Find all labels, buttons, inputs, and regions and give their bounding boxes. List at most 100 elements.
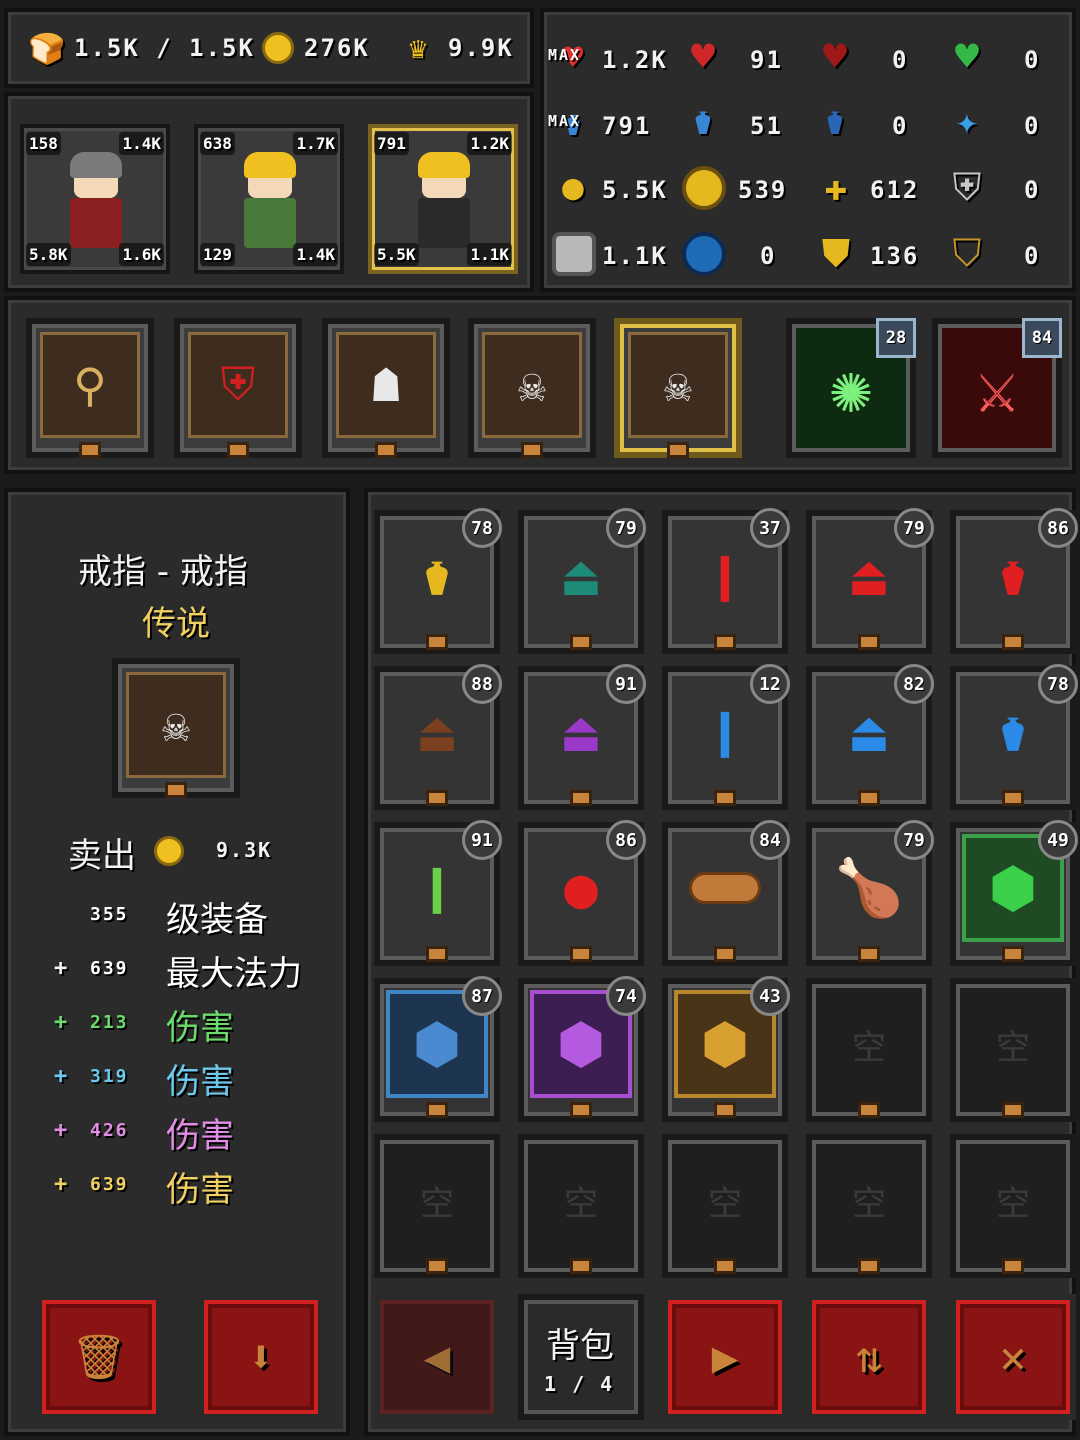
next-page-button[interactable]: ▶ [662,1294,788,1420]
inventory-slot[interactable]: ⚱ 78 [374,508,502,654]
inventory-slot[interactable]: ⚱ 78 [950,664,1078,810]
stat-value: 639 [90,958,129,979]
mp-star-value: 0 [1024,112,1041,140]
gold-blue-shield-icon: ⛊ [821,230,851,275]
yellow-potion-icon: ⚱ [420,543,454,609]
hero-archer[interactable]: 638 1.7K 129 1.4K [194,124,344,274]
gold-value: 276K [304,34,370,62]
item-count: 78 [1038,664,1078,704]
inventory-slot-empty[interactable]: 空 [374,1134,500,1278]
inventory-slot[interactable]: ⚱ 86 [950,508,1078,654]
skill-red-slot[interactable]: ⚔ 84 [932,318,1062,458]
inventory-slot[interactable]: ⬢ 49 [950,820,1078,966]
equip-slot-staff[interactable]: ⚲ [26,318,154,458]
prev-page-button[interactable]: ◀ [374,1294,500,1420]
blue-flask-icon: ⏏ [852,699,886,765]
bag-label: 背包 [546,1326,614,1366]
gold-badge-value: 0 [1024,242,1041,270]
inventory-slot-empty[interactable]: 空 [662,1134,788,1278]
chicken-leg-icon: 🍗 [834,856,904,921]
gold-shield-value: 136 [870,242,920,270]
sort-button[interactable]: ⇅ [806,1294,932,1420]
lock-icon [426,1102,448,1118]
hat-icon: ☗ [372,358,400,412]
inventory-slot[interactable]: ⬢ 87 [374,976,502,1122]
stat-value: 355 [90,904,129,925]
close-icon: ✕ [999,1331,1027,1383]
crown-icon: ♛ [408,30,428,66]
green-vial-icon: ❙ [420,855,454,921]
bread-icon [689,872,761,904]
inventory-slot-empty[interactable]: 空 [806,978,932,1122]
stat-value: 213 [90,1012,129,1033]
lock-icon [1002,634,1024,650]
apple-icon: ● [564,855,598,921]
inventory-slot[interactable]: ⬢ 43 [662,976,790,1122]
inventory-slot[interactable]: ❙ 12 [662,664,790,810]
equip-slot-shield[interactable]: ⛨ [174,318,302,458]
empty-label: 空 [564,1183,598,1224]
close-button[interactable]: ✕ [950,1294,1076,1420]
brown-flask-icon: ⏏ [420,699,454,765]
equip-slot-hat[interactable]: ☗ [322,318,450,458]
lock-icon [858,946,880,962]
lock-icon [667,442,689,458]
inventory-slot[interactable]: ❙ 37 [662,508,790,654]
hero-gold-badge: 5.8K [26,243,71,266]
inventory-slot[interactable]: ⏏ 79 [518,508,646,654]
max-label: MAX [548,112,582,130]
inventory-slot[interactable]: ⏏ 82 [806,664,934,810]
lock-icon [79,442,101,458]
mana-plus-icon: ⚱ [691,99,715,143]
red-flask-icon: ⏏ [852,543,886,609]
inventory-slot[interactable]: 🍗 79 [806,820,934,966]
empty-label: 空 [996,1183,1030,1224]
item-count: 82 [894,664,934,704]
unequip-button[interactable]: ⬇ [198,1294,324,1420]
item-count: 78 [462,508,502,548]
hero-attack-badge: 1.6K [119,243,164,266]
inventory-slot[interactable]: ● 86 [518,820,646,966]
discard-button[interactable]: 🗑 [36,1294,162,1420]
cleric-sprite [412,152,476,254]
item-stat-row: + 639 最大法力 [48,946,338,994]
gold-bag-icon: ● [562,166,584,208]
lock-icon [426,634,448,650]
page-indicator: 背包 1 / 4 [518,1294,644,1420]
sparkle-value: 612 [870,176,920,204]
hero-mp-badge: 638 [200,132,235,155]
gold-badge-icon: ⛉ [952,230,982,275]
inventory-slot-empty[interactable]: 空 [950,978,1076,1122]
stat-label: 伤害 [166,1170,234,1210]
skill-green-slot[interactable]: ✺ 28 [786,318,916,458]
equip-slot-necklace[interactable]: ☠ [468,318,596,458]
blue-round-potion-icon: ⚱ [996,699,1030,765]
item-count: 86 [1038,508,1078,548]
inventory-slot-empty[interactable]: 空 [806,1134,932,1278]
inventory-slot[interactable]: ⏏ 88 [374,664,502,810]
hero-gold-badge: 5.5K [374,243,419,266]
item-count: 88 [462,664,502,704]
gold-gem-icon: ⬢ [700,1011,750,1077]
inventory-slot-empty[interactable]: 空 [950,1134,1076,1278]
hero-gold-badge: 129 [200,243,235,266]
inventory-slot[interactable]: ⏏ 91 [518,664,646,810]
stats-panel: ♥ MAX 1.2K ♥ 91 ♥ 0 ♥ 0 ⚱ MAX 791 ⚱ 51 ⚱… [540,8,1076,292]
gold-bag-value: 5.5K [602,176,668,204]
food-value: 1.5K / 1.5K [74,34,255,62]
lock-icon [858,1258,880,1274]
hp-s-value: 0 [892,46,909,74]
hero-cleric[interactable]: 791 1.2K 5.5K 1.1K [368,124,518,274]
item-title: 戒指 - 戒指 [78,552,248,592]
inventory-slot[interactable]: ⏏ 79 [806,508,934,654]
arrow-right-icon: ▶ [711,1331,739,1383]
equip-slot-ring[interactable]: ☠ [614,318,742,458]
hero-warrior[interactable]: 158 1.4K 5.8K 1.6K [20,124,170,274]
hero-attack-badge: 1.1K [467,243,512,266]
inventory-slot[interactable]: 84 [662,820,790,966]
inventory-slot-empty[interactable]: 空 [518,1134,644,1278]
inventory-slot[interactable]: ⬢ 74 [518,976,646,1122]
archer-sprite [238,152,302,254]
coin-value: 539 [738,176,788,204]
inventory-slot[interactable]: ❙ 91 [374,820,502,966]
